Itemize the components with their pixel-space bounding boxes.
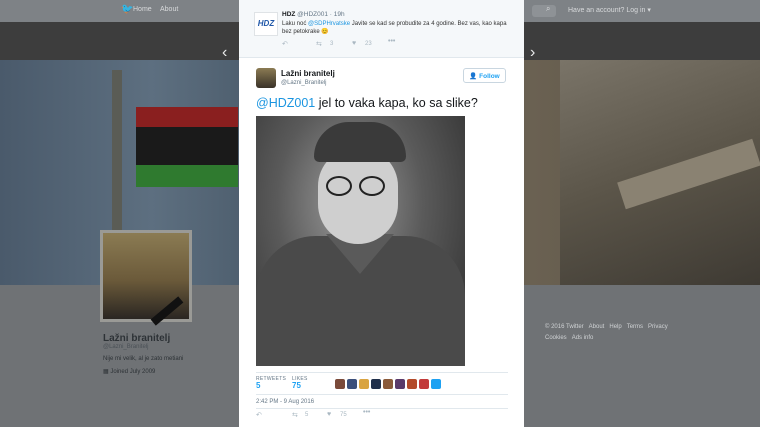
reply-icon[interactable]: ↶ (282, 40, 288, 48)
action-like-count: 75 (340, 412, 347, 418)
profile-name[interactable]: Lažni branitelj (103, 333, 170, 344)
liker-avatar[interactable] (383, 379, 393, 389)
liker-avatar[interactable] (359, 379, 369, 389)
previous-tweet-mention[interactable]: @SDPHrvatske (308, 21, 350, 27)
footer-help[interactable]: Help (609, 324, 621, 330)
hdz-avatar[interactable]: HDZ (254, 12, 278, 36)
profile-bio: Nije mi velik, al je zato metiani (103, 356, 184, 362)
search-icon[interactable]: ⌕ (546, 4, 550, 14)
mourning-ribbon (150, 296, 184, 326)
calendar-icon: ▦ (103, 369, 109, 375)
tweet-mention[interactable]: @HDZ001 (256, 96, 315, 110)
retweets-label: RETWEETS (256, 376, 287, 382)
login-link[interactable]: Have an account? Log in ▾ (568, 6, 651, 14)
tweet-text-body: jel to vaka kapa, ko sa slike? (315, 96, 478, 110)
follow-person-icon: 👤 (469, 73, 478, 80)
liker-avatar[interactable] (407, 379, 417, 389)
tweet-photo[interactable] (256, 116, 465, 366)
liker-avatar[interactable] (335, 379, 345, 389)
liker-avatar[interactable] (419, 379, 429, 389)
follow-label: Follow (479, 73, 500, 80)
follow-button[interactable]: 👤 Follow (463, 68, 506, 83)
profile-handle[interactable]: @Lazni_Branitelj (103, 344, 148, 350)
profile-avatar[interactable] (100, 230, 192, 326)
retweet-icon[interactable]: ⇆ (316, 40, 322, 48)
previous-tweet-time[interactable]: 19h (334, 11, 345, 18)
footer-ads-info[interactable]: Ads info (572, 335, 594, 341)
previous-like-count: 23 (365, 41, 372, 47)
tweet-author-name[interactable]: Lažni branitelj (281, 69, 335, 78)
tweet-author-avatar[interactable] (256, 68, 276, 88)
next-arrow-icon[interactable]: › (530, 44, 535, 62)
liker-avatar[interactable] (371, 379, 381, 389)
divider (256, 408, 508, 409)
footer-about[interactable]: About (589, 324, 605, 330)
libya-flag-image (136, 107, 238, 187)
previous-tweet-handle[interactable]: @HDZ001 (297, 11, 328, 18)
divider (256, 372, 508, 373)
smile-emoji: 😊 (321, 29, 329, 35)
retweets-count[interactable]: 5 (256, 381, 260, 390)
joined-text: Joined July 2009 (110, 369, 156, 375)
likes-count[interactable]: 75 (292, 381, 301, 390)
nav-about[interactable]: About (160, 6, 178, 13)
footer-cookies[interactable]: Cookies (545, 335, 567, 341)
liker-avatar[interactable] (395, 379, 405, 389)
previous-tweet-text: Laku noć @SDPHrvatske Javite se kad se p… (282, 20, 514, 36)
liker-avatar[interactable] (347, 379, 357, 389)
photo-face (318, 148, 398, 244)
footer-privacy[interactable]: Privacy (648, 324, 668, 330)
photo-glasses-left (326, 176, 352, 196)
footer-copyright: © 2016 Twitter (545, 324, 584, 330)
footer-terms[interactable]: Terms (627, 324, 643, 330)
nav-home[interactable]: Home (133, 6, 152, 13)
tweet-text: @HDZ001 jel to vaka kapa, ko sa slike? (256, 96, 478, 110)
previous-arrow-icon[interactable]: ‹ (222, 44, 227, 62)
liker-avatar[interactable] (431, 379, 441, 389)
tweet-date[interactable]: 2:42 PM - 9 Aug 2016 (256, 399, 314, 405)
previous-tweet-header: HDZ @HDZ001 · 19h (282, 11, 345, 18)
profile-joined: ▦ Joined July 2009 (103, 368, 155, 375)
reply-icon[interactable]: ↶ (256, 411, 262, 419)
liker-avatars (335, 376, 443, 394)
divider (256, 394, 508, 395)
previous-retweet-count: 3 (330, 41, 334, 47)
action-retweet-count: 5 (305, 412, 309, 418)
like-icon[interactable]: ♥ (352, 40, 356, 47)
like-icon[interactable]: ♥ (327, 411, 331, 418)
more-icon[interactable]: ••• (363, 409, 370, 416)
photo-glasses-right (359, 176, 385, 196)
retweet-icon[interactable]: ⇆ (292, 411, 298, 419)
previous-tweet-name[interactable]: HDZ (282, 11, 295, 18)
twitter-bird-icon[interactable]: 🐦 (121, 4, 133, 15)
previous-tweet-text-start: Laku noć (282, 21, 309, 27)
site-footer: © 2016 Twitter About Help Terms Privacy Cook… (545, 322, 685, 344)
search-box[interactable] (532, 5, 556, 17)
tweet-author-handle[interactable]: @Lazni_Branitelj (281, 80, 326, 86)
more-icon[interactable]: ••• (388, 38, 395, 45)
